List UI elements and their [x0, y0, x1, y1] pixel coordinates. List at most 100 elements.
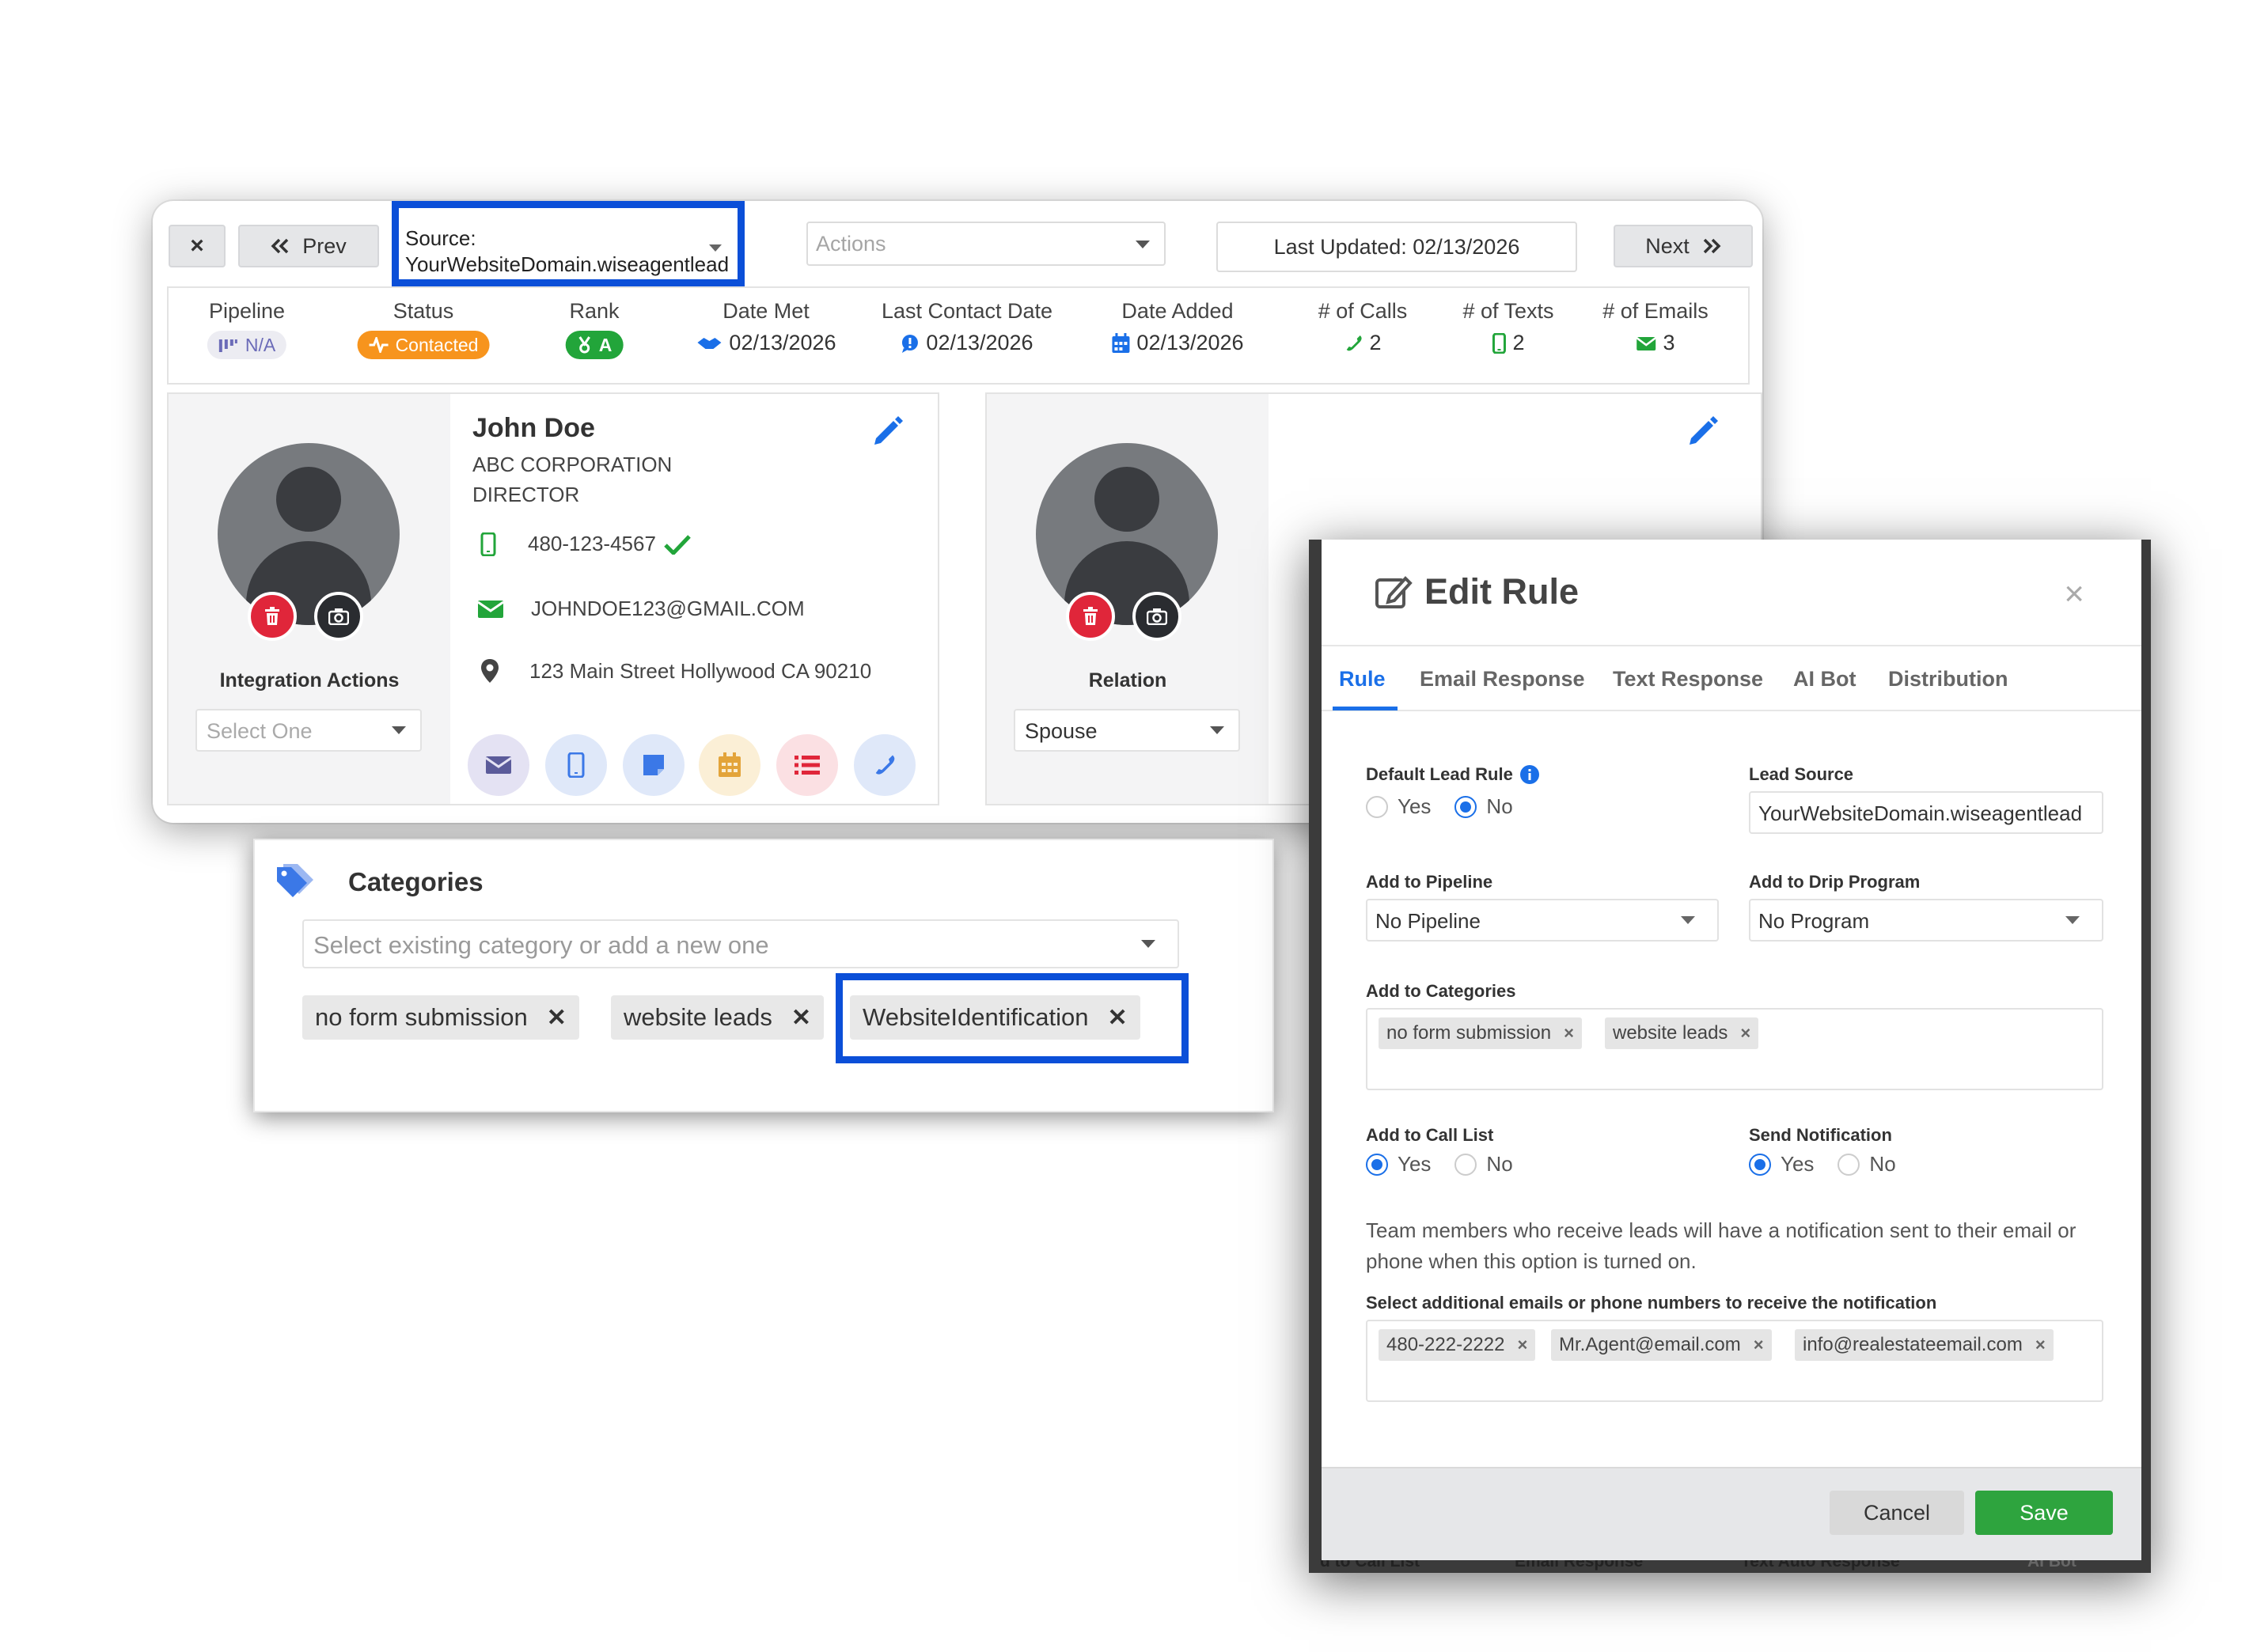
remove-tag-icon[interactable]: × [1564, 1023, 1574, 1044]
list-icon [795, 756, 820, 775]
notification-no-radio[interactable] [1838, 1153, 1860, 1176]
calendar-action-button[interactable] [699, 734, 760, 796]
pencil-icon[interactable] [1686, 415, 1720, 448]
status-badge[interactable]: Contacted [357, 331, 490, 359]
relation-label: Relation [1088, 669, 1167, 691]
phone-icon [1346, 335, 1362, 350]
relation-avatar [1036, 443, 1218, 625]
tab-distribution[interactable]: Distribution [1888, 667, 2008, 691]
lead-source-select[interactable]: YourWebsiteDomain.wiseagentlead [1749, 791, 2103, 834]
integration-actions-select[interactable]: Select One [195, 709, 422, 752]
stats-row: Pipeline N/A Status Contacted Rank A Dat… [167, 286, 1750, 385]
note-action-button[interactable] [623, 734, 685, 796]
integration-placeholder: Select One [207, 719, 313, 743]
contact-email-row: JOHNDOE123@GMAIL.COM [477, 597, 805, 621]
pipeline-select[interactable]: No Pipeline [1366, 899, 1719, 942]
actions-select[interactable]: Actions [806, 222, 1166, 266]
recipient-tag-label: info@realestateemail.com [1803, 1334, 2023, 1355]
recipient-tag: info@realestateemail.com × [1795, 1329, 2054, 1361]
stat-label: Date Added [1121, 299, 1234, 323]
mobile-icon [480, 532, 496, 556]
close-icon[interactable]: × [2064, 574, 2084, 614]
recipients-input[interactable]: 480-222-2222 × Mr.Agent@email.com × info… [1366, 1320, 2103, 1402]
stat-status: Status Contacted [357, 299, 490, 359]
category-select[interactable]: Select existing category or add a new on… [302, 919, 1179, 968]
contact-title: DIRECTOR [472, 483, 580, 506]
modal-header: Edit Rule × [1322, 540, 2141, 646]
pipeline-value: N/A [245, 334, 276, 355]
chevron-down-icon [2065, 916, 2080, 924]
rank-badge[interactable]: A [565, 331, 624, 359]
delete-photo-button[interactable] [248, 592, 297, 641]
save-button[interactable]: Save [1975, 1491, 2113, 1535]
radio-label: Yes [1781, 1152, 1815, 1176]
call-list-no-radio[interactable] [1454, 1153, 1477, 1176]
stat-label: Status [393, 299, 454, 323]
upload-photo-button[interactable] [314, 592, 363, 641]
category-tag: website leads × [1605, 1017, 1759, 1049]
close-button[interactable]: × [169, 225, 226, 267]
emails-value: 3 [1663, 331, 1675, 354]
send-notification-label: Send Notification [1749, 1125, 1892, 1145]
remove-tag-icon[interactable]: × [1754, 1335, 1764, 1355]
modal-tabs: Rule Email Response Text Response AI Bot… [1322, 646, 2141, 711]
category-tag-label: website leads [624, 1003, 772, 1031]
contact-phone[interactable]: 480-123-4567 [528, 532, 656, 556]
remove-tag-icon[interactable]: × [1517, 1335, 1527, 1355]
call-list-yes-radio[interactable] [1366, 1153, 1388, 1176]
stat-last-contact: Last Contact Date 02/13/2026 [882, 299, 1052, 355]
envelope-icon [485, 756, 512, 774]
stat-texts: # of Texts 2 [1462, 299, 1553, 355]
trash-icon [1083, 607, 1098, 625]
date-added-value: 02/13/2026 [1136, 331, 1244, 354]
pencil-icon[interactable] [871, 415, 905, 448]
contact-address[interactable]: 123 Main Street Hollywood CA 90210 [529, 659, 871, 684]
radio-label: Yes [1398, 1152, 1432, 1176]
pipeline-badge[interactable]: N/A [207, 331, 287, 359]
email-action-button[interactable] [468, 734, 529, 796]
text-action-button[interactable] [545, 734, 607, 796]
call-action-button[interactable] [854, 734, 916, 796]
remove-tag-icon[interactable]: ✕ [547, 1004, 567, 1032]
task-list-action-button[interactable] [776, 734, 838, 796]
category-tag: website leads ✕ [611, 995, 824, 1040]
source-value: YourWebsiteDomain.wiseagentlead [405, 252, 730, 276]
remove-tag-icon[interactable]: ✕ [791, 1004, 811, 1032]
chat-icon [902, 334, 919, 353]
info-icon[interactable] [1519, 764, 1540, 785]
tab-text-response[interactable]: Text Response [1613, 667, 1763, 691]
notification-yes-radio[interactable] [1749, 1153, 1771, 1176]
category-tag: no form submission ✕ [302, 995, 579, 1040]
contact-email[interactable]: JOHNDOE123@GMAIL.COM [531, 597, 805, 621]
notification-help-text: Team members who receive leads will have… [1366, 1218, 2076, 1273]
stat-label: Date Met [722, 299, 810, 323]
default-lead-rule-yes-radio[interactable] [1366, 795, 1388, 818]
stat-label: # of Emails [1602, 299, 1709, 323]
camera-icon [1147, 608, 1167, 625]
radio-label: No [1869, 1152, 1896, 1176]
cancel-button[interactable]: Cancel [1830, 1491, 1964, 1535]
drip-program-select[interactable]: No Program [1749, 899, 2103, 942]
prev-button[interactable]: Prev [238, 225, 379, 267]
contact-phone-row: 480-123-4567 [480, 532, 691, 556]
send-notification-radios: Yes No [1749, 1152, 1896, 1176]
relation-select[interactable]: Spouse [1014, 709, 1240, 752]
upload-relation-photo-button[interactable] [1132, 592, 1181, 641]
delete-relation-photo-button[interactable] [1066, 592, 1115, 641]
default-lead-rule-text: Default Lead Rule [1366, 764, 1513, 784]
add-categories-input[interactable]: no form submission × website leads × [1366, 1008, 2103, 1090]
tab-rule[interactable]: Rule [1339, 667, 1386, 691]
default-lead-rule-no-radio[interactable] [1454, 795, 1477, 818]
remove-tag-icon[interactable]: × [1740, 1023, 1750, 1044]
call-list-label: Add to Call List [1366, 1125, 1494, 1145]
tab-ai-bot[interactable]: AI Bot [1793, 667, 1856, 691]
chevron-double-right-icon [1703, 238, 1721, 254]
next-button[interactable]: Next [1614, 225, 1753, 267]
calendar-icon [719, 752, 741, 777]
tab-email-response[interactable]: Email Response [1420, 667, 1585, 691]
remove-tag-icon[interactable]: × [2035, 1335, 2046, 1355]
stat-rank: Rank A [565, 299, 624, 359]
source-dropdown[interactable]: Source: YourWebsiteDomain.wiseagentlead [392, 201, 745, 286]
modal-title-text: Edit Rule [1424, 571, 1580, 612]
tags-icon [277, 864, 313, 897]
